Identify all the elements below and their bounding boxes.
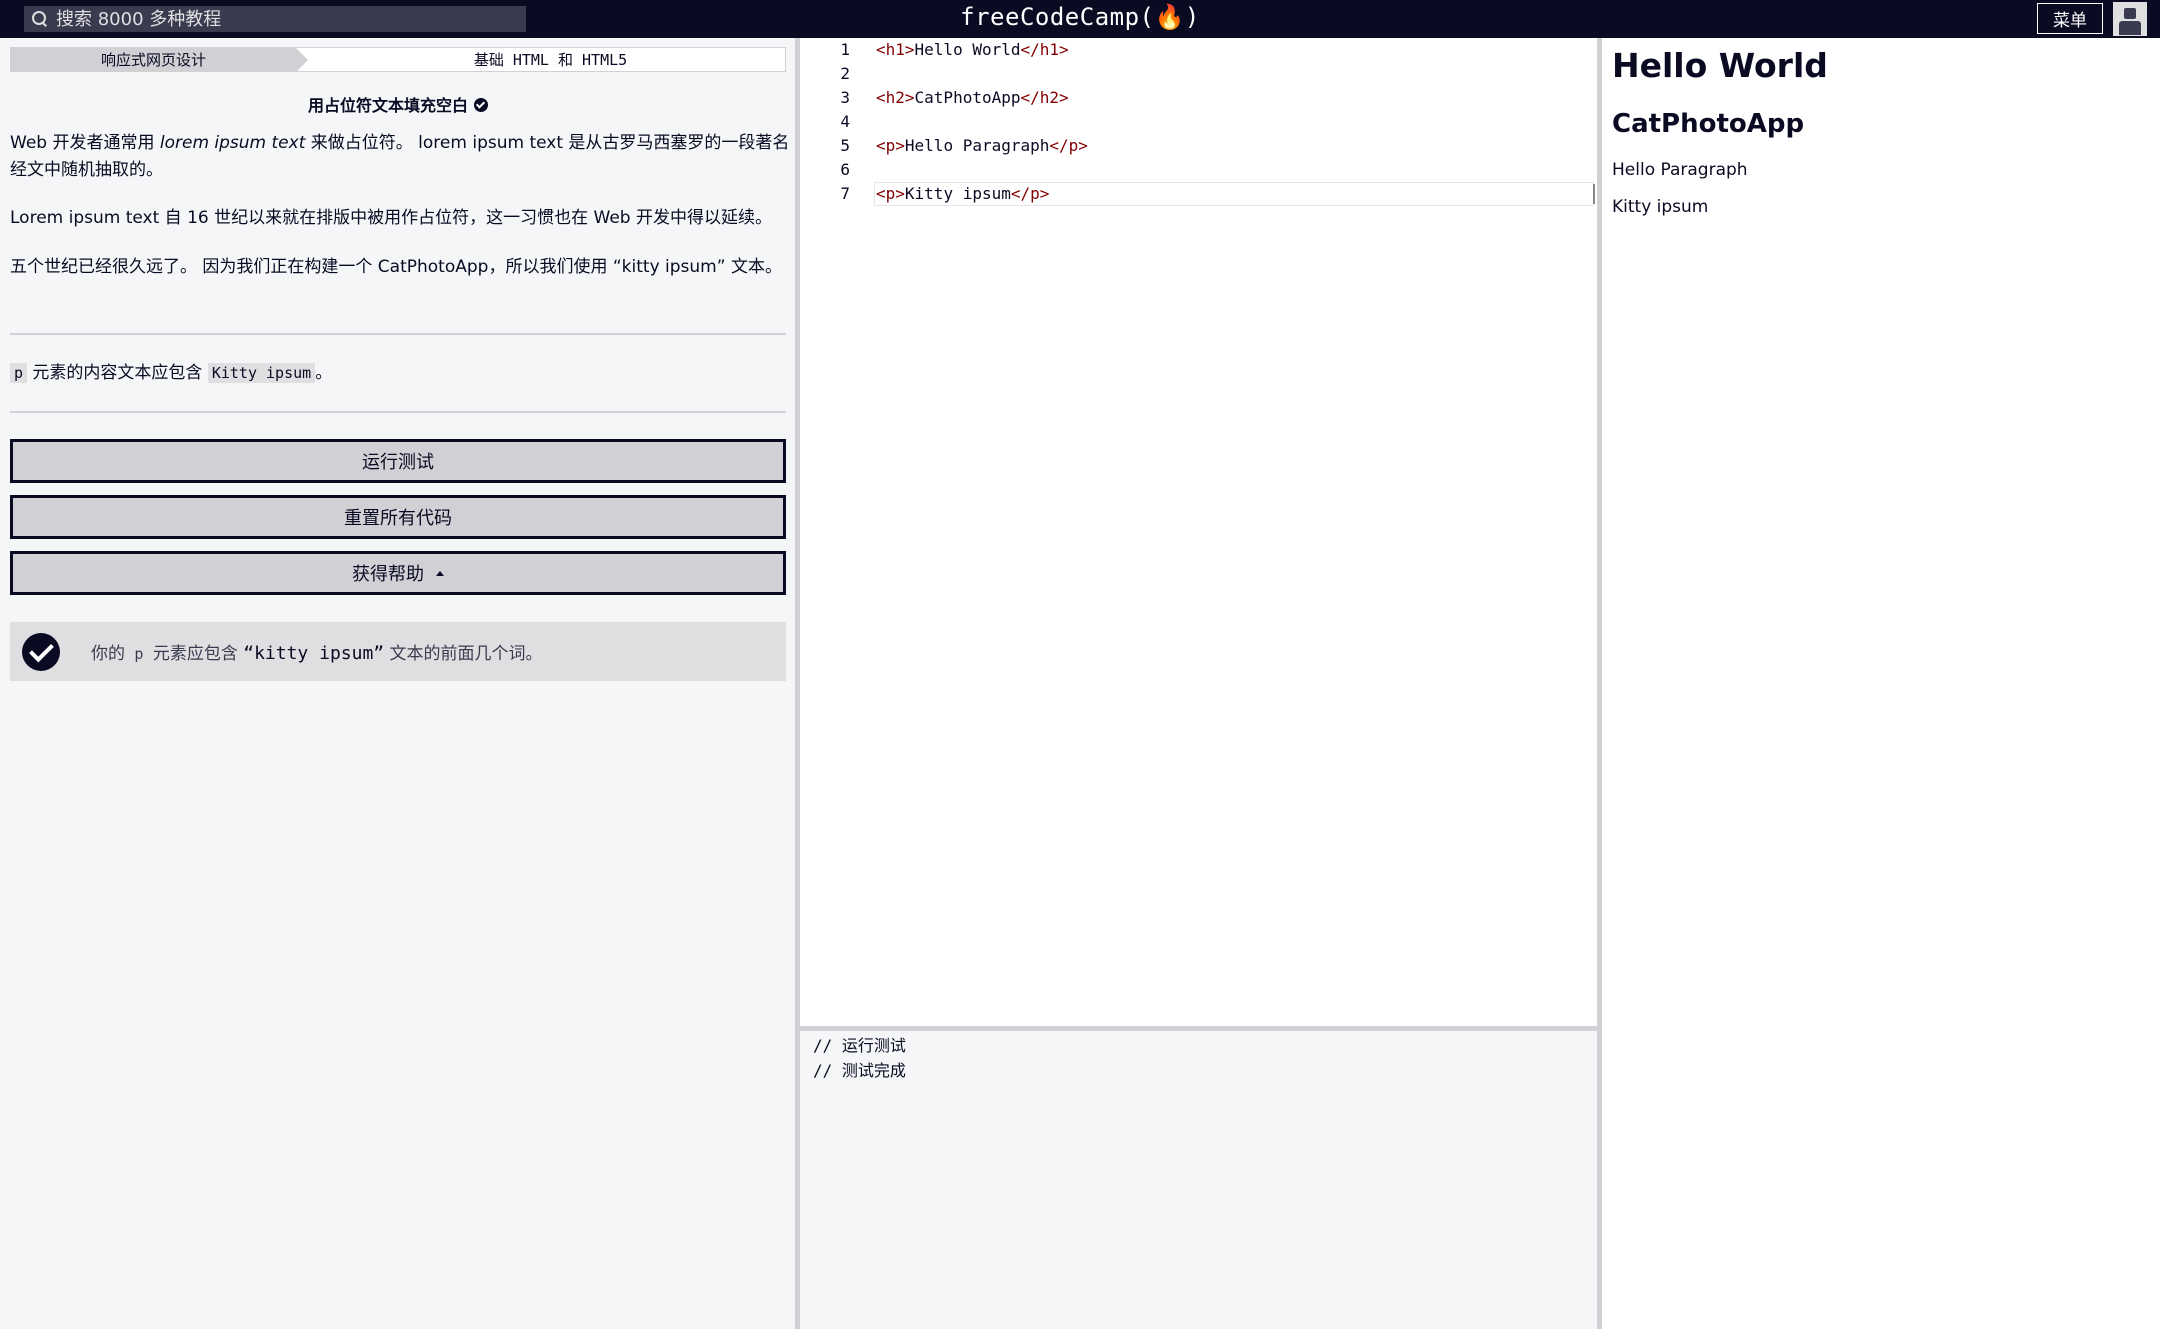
brand-text: freeCodeCamp bbox=[960, 3, 1140, 31]
preview-paragraph: Kitty ipsum bbox=[1612, 197, 1709, 217]
test-hint: p 元素的内容文本应包含 Kitty ipsum。 bbox=[10, 360, 790, 387]
user-avatar[interactable] bbox=[2113, 2, 2147, 36]
code-line[interactable]: 6 bbox=[800, 158, 1597, 182]
code-text: <p>Kitty ipsum</p> bbox=[876, 182, 1049, 206]
code-tag: </h1> bbox=[1020, 40, 1069, 59]
hint-text: 。 bbox=[315, 363, 333, 383]
instructions-pane: 响应式网页设计 基础 HTML 和 HTML5 用占位符文本填充空白 Web 开… bbox=[0, 38, 795, 1329]
code-tag: <p> bbox=[876, 136, 905, 155]
preview-paragraph: Hello Paragraph bbox=[1612, 160, 1748, 180]
preview-heading-2: CatPhotoApp bbox=[1612, 109, 1805, 139]
code-tag: <p> bbox=[876, 184, 905, 203]
divider bbox=[10, 333, 786, 335]
test-description: 你的 p 元素应包含 “kitty ipsum” 文本的前面几个词。 bbox=[91, 639, 543, 664]
test-result: 你的 p 元素应包含 “kitty ipsum” 文本的前面几个词。 bbox=[10, 622, 786, 681]
test-quote: “kitty ipsum” bbox=[243, 643, 385, 664]
inline-code: p bbox=[130, 644, 148, 664]
line-number: 1 bbox=[840, 40, 850, 59]
hint-text: 元素的内容文本应包含 bbox=[27, 363, 208, 383]
code-line[interactable]: 1 <h1>Hello World</h1> bbox=[800, 38, 1597, 62]
breadcrumb-superblock[interactable]: 响应式网页设计 bbox=[11, 48, 308, 72]
test-text: 你的 bbox=[91, 644, 131, 664]
code-text: <h1>Hello World</h1> bbox=[876, 38, 1069, 62]
avatar-head-icon bbox=[2124, 8, 2136, 19]
code-editor[interactable]: 1 <h1>Hello World</h1> 2 3 <h2>CatPhotoA… bbox=[800, 38, 1597, 1026]
code-tag: </p> bbox=[1010, 184, 1050, 203]
code-text: <p>Hello Paragraph</p> bbox=[876, 134, 1088, 158]
line-number: 4 bbox=[840, 112, 850, 131]
code-content: Hello Paragraph bbox=[904, 136, 1050, 155]
menu-button[interactable]: 菜单 bbox=[2037, 3, 2103, 34]
caret-up-icon bbox=[436, 570, 444, 576]
get-help-label: 获得帮助 bbox=[352, 564, 424, 585]
code-tag: <h2> bbox=[876, 88, 915, 107]
code-content: CatPhotoApp bbox=[914, 88, 1021, 107]
run-tests-button[interactable]: 运行测试 bbox=[10, 439, 786, 483]
console-output: // 运行测试 // 测试完成 bbox=[800, 1031, 1597, 1329]
console-line: // 运行测试 bbox=[813, 1036, 906, 1055]
code-tag: </h2> bbox=[1020, 88, 1069, 107]
line-number: 6 bbox=[840, 160, 850, 179]
search-icon bbox=[32, 11, 48, 27]
test-text: 文本的前面几个词。 bbox=[384, 644, 543, 664]
code-line[interactable]: 7 <p>Kitty ipsum</p> bbox=[800, 182, 1597, 206]
code-line[interactable]: 4 bbox=[800, 110, 1597, 134]
editor-scrollbar-marker bbox=[1593, 184, 1595, 204]
breadcrumb-block[interactable]: 基础 HTML 和 HTML5 bbox=[296, 48, 785, 71]
inline-code: Kitty ipsum bbox=[207, 363, 316, 383]
line-number: 5 bbox=[840, 136, 850, 155]
challenge-title-text: 用占位符文本填充空白 bbox=[307, 96, 468, 115]
description-paragraph-2: Lorem ipsum text 自 16 世纪以来就在排版中被用作占位符，这一… bbox=[10, 208, 772, 228]
code-tag: <h1> bbox=[876, 40, 915, 59]
top-navigation-bar: freeCodeCamp(🔥) 菜单 bbox=[0, 0, 2160, 38]
search-input[interactable] bbox=[56, 8, 516, 30]
search-bar[interactable] bbox=[24, 6, 526, 32]
preview-heading-1: Hello World bbox=[1612, 46, 1828, 85]
avatar-body-icon bbox=[2119, 21, 2141, 35]
inline-code: p bbox=[10, 363, 28, 383]
description-paragraph-1: Web 开发者通常用 lorem ipsum text 来做占位符。 lorem… bbox=[10, 130, 790, 184]
code-text: <h2>CatPhotoApp</h2> bbox=[876, 86, 1069, 110]
completed-check-icon bbox=[474, 98, 488, 112]
code-line[interactable]: 3 <h2>CatPhotoApp</h2> bbox=[800, 86, 1597, 110]
code-line[interactable]: 2 bbox=[800, 62, 1597, 86]
line-number: 7 bbox=[840, 184, 850, 203]
flame-icon: (🔥) bbox=[1139, 3, 1200, 31]
reset-code-button[interactable]: 重置所有代码 bbox=[10, 495, 786, 539]
code-tag: </p> bbox=[1049, 136, 1088, 155]
code-content: Hello World bbox=[914, 40, 1021, 59]
line-number: 2 bbox=[840, 64, 850, 83]
description-paragraph-3: 五个世纪已经很久远了。 因为我们正在构建一个 CatPhotoApp，所以我们使… bbox=[10, 257, 782, 277]
get-help-button[interactable]: 获得帮助 bbox=[10, 551, 786, 595]
preview-pane: Hello World CatPhotoApp Hello Paragraph … bbox=[1602, 38, 2160, 1329]
code-content: Kitty ipsum bbox=[904, 184, 1011, 203]
breadcrumb: 响应式网页设计 基础 HTML 和 HTML5 bbox=[10, 47, 786, 72]
code-line[interactable]: 5 <p>Hello Paragraph</p> bbox=[800, 134, 1597, 158]
desc-emphasis: lorem ipsum text bbox=[159, 133, 306, 153]
test-passed-icon bbox=[22, 632, 60, 671]
challenge-title: 用占位符文本填充空白 bbox=[10, 92, 786, 116]
line-number: 3 bbox=[840, 88, 850, 107]
console-line: // 测试完成 bbox=[813, 1061, 906, 1080]
test-text: 元素应包含 bbox=[147, 644, 244, 664]
desc-text: Web 开发者通常用 bbox=[10, 133, 160, 153]
divider bbox=[10, 411, 786, 413]
